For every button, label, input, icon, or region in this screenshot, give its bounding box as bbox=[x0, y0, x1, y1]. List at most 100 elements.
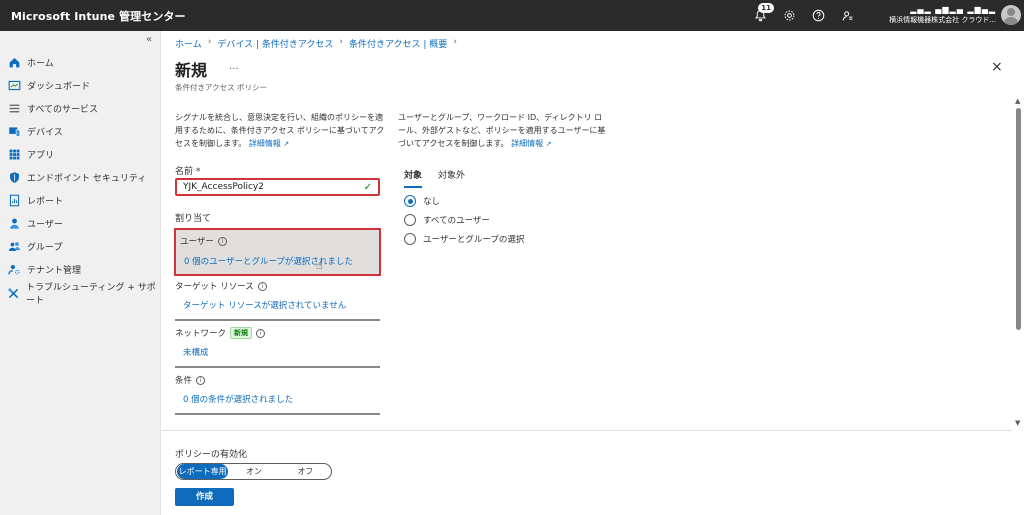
apps-icon bbox=[7, 147, 21, 161]
radio-label: すべてのユーザー bbox=[423, 216, 490, 226]
breadcrumb-devices-ca[interactable]: デバイス | 条件付きアクセス bbox=[217, 37, 333, 50]
conditions-link[interactable]: 0 個の条件が選択されました bbox=[183, 393, 293, 405]
chevron-right-icon: › bbox=[453, 37, 457, 47]
sidebar-item-home[interactable]: ホーム bbox=[7, 53, 54, 71]
sidebar-item-all-services[interactable]: すべてのサービス bbox=[7, 99, 98, 117]
tab-include[interactable]: 対象 bbox=[404, 168, 423, 188]
description-text: ユーザーとグループ、ワークロード ID、ディレクトリ ロール、外部ゲストなど、ポ… bbox=[398, 113, 606, 148]
vertical-scrollbar[interactable]: ▲ ▼ bbox=[1013, 97, 1024, 428]
new-badge: 新規 bbox=[230, 327, 253, 339]
create-button[interactable]: 作成 bbox=[175, 488, 234, 506]
hand-cursor-icon: ☝ bbox=[316, 259, 323, 272]
feedback-icon[interactable] bbox=[839, 8, 855, 24]
name-label: 名前 * bbox=[175, 167, 201, 177]
devices-icon bbox=[7, 124, 21, 138]
notification-count-badge: 11 bbox=[758, 2, 774, 13]
section-divider bbox=[175, 366, 380, 368]
sidebar-item-users[interactable]: ユーザー bbox=[7, 214, 63, 232]
network-label: ネットワーク bbox=[175, 329, 227, 339]
policy-name-field[interactable]: YJK_AccessPolicy2 ✓ bbox=[175, 178, 380, 196]
target-label-row: ターゲット リソース i bbox=[175, 280, 267, 292]
conditions-label-row: 条件 i bbox=[175, 374, 206, 386]
sidebar: « ホーム ダッシュボード すべてのサービス デバイス アプリ エンドポイント … bbox=[0, 31, 161, 515]
enable-policy-toggle: レポート専用 オン オフ bbox=[175, 463, 332, 480]
checkmark-icon: ✓ bbox=[363, 181, 372, 193]
conditions-label: 条件 bbox=[175, 376, 193, 386]
info-icon[interactable]: i bbox=[217, 236, 227, 246]
help-icon[interactable] bbox=[810, 8, 826, 24]
breadcrumb: ホーム › デバイス | 条件付きアクセス › 条件付きアクセス | 概要 › bbox=[175, 37, 457, 50]
radio-button[interactable] bbox=[404, 233, 416, 245]
learn-more-link[interactable]: 詳細情報 bbox=[249, 139, 281, 148]
collapse-sidebar-icon[interactable]: « bbox=[146, 34, 152, 45]
page-subtitle: 条件付きアクセス ポリシー bbox=[175, 83, 268, 92]
assignments-heading: 割り当て bbox=[175, 214, 212, 224]
avatar[interactable] bbox=[1001, 5, 1021, 25]
more-options-icon[interactable]: ... bbox=[229, 61, 239, 72]
info-icon[interactable]: i bbox=[196, 375, 206, 385]
sidebar-item-label: ダッシュボード bbox=[27, 81, 91, 92]
sidebar-item-troubleshooting[interactable]: トラブルシューティング + サポート bbox=[7, 283, 160, 306]
target-resources-label: ターゲット リソース bbox=[175, 282, 254, 292]
toggle-on[interactable]: オン bbox=[228, 466, 279, 477]
external-link-icon: ↗ bbox=[283, 140, 290, 148]
sidebar-item-label: トラブルシューティング + サポート bbox=[26, 283, 156, 306]
sidebar-item-label: レポート bbox=[27, 196, 64, 207]
section-divider bbox=[175, 413, 380, 415]
sidebar-item-label: アプリ bbox=[27, 150, 55, 161]
external-link-icon: ↗ bbox=[545, 140, 552, 148]
sidebar-item-reports[interactable]: レポート bbox=[7, 191, 63, 209]
sidebar-item-devices[interactable]: デバイス bbox=[7, 122, 63, 140]
users-section[interactable]: ユーザー i 0 個のユーザーとグループが選択されました ☝ bbox=[174, 228, 381, 276]
info-icon[interactable]: i bbox=[257, 281, 267, 291]
toggle-report-only[interactable]: レポート専用 bbox=[177, 464, 229, 479]
settings-gear-icon[interactable] bbox=[781, 8, 797, 24]
policy-name-value: YJK_AccessPolicy2 bbox=[183, 182, 264, 192]
breadcrumb-ca-overview[interactable]: 条件付きアクセス | 概要 bbox=[349, 37, 447, 50]
sidebar-item-apps[interactable]: アプリ bbox=[7, 145, 54, 163]
account-info[interactable]: ▂▄▂ ▄▆▂▄ ▂▆▄▂ 横浜情報機器株式会社 クラウド... bbox=[876, 5, 996, 25]
sidebar-item-label: エンドポイント セキュリティ bbox=[27, 173, 147, 184]
users-selection-link[interactable]: 0 個のユーザーとグループが選択されました bbox=[184, 255, 353, 267]
radio-button[interactable] bbox=[404, 195, 416, 207]
target-resources-link[interactable]: ターゲット リソースが選択されていません bbox=[183, 299, 346, 311]
info-icon[interactable]: i bbox=[256, 328, 266, 338]
radio-none[interactable]: なし bbox=[404, 195, 440, 207]
group-icon bbox=[7, 239, 21, 253]
chevron-right-icon: › bbox=[339, 37, 343, 47]
include-exclude-tabs: 対象 対象外 bbox=[404, 168, 465, 188]
sidebar-item-endpoint-security[interactable]: エンドポイント セキュリティ bbox=[7, 168, 146, 186]
sidebar-item-label: デバイス bbox=[27, 127, 63, 138]
close-icon[interactable]: × bbox=[991, 59, 1003, 75]
learn-more-link[interactable]: 詳細情報 bbox=[511, 139, 543, 148]
enable-policy-label: ポリシーの有効化 bbox=[175, 450, 248, 460]
radio-button[interactable] bbox=[404, 214, 416, 226]
troubleshoot-icon bbox=[7, 286, 20, 300]
scroll-thumb[interactable] bbox=[1016, 108, 1021, 330]
scroll-down-icon[interactable]: ▼ bbox=[1015, 419, 1020, 427]
sidebar-item-label: ホーム bbox=[27, 58, 54, 69]
assignment-description: シグナルを統合し、意思決定を行い、組織のポリシーを適用するために、条件付きアクセ… bbox=[175, 111, 385, 151]
sidebar-item-tenant-admin[interactable]: テナント管理 bbox=[7, 260, 81, 278]
network-link[interactable]: 未構成 bbox=[183, 346, 209, 358]
dashboard-icon bbox=[7, 78, 21, 92]
radio-select-users-groups[interactable]: ユーザーとグループの選択 bbox=[404, 233, 524, 245]
tab-exclude[interactable]: 対象外 bbox=[438, 168, 465, 188]
header-icons: 11 bbox=[752, 0, 855, 31]
sidebar-item-groups[interactable]: グループ bbox=[7, 237, 62, 255]
tenant-admin-icon bbox=[7, 262, 21, 276]
scroll-up-icon[interactable]: ▲ bbox=[1015, 97, 1020, 105]
users-description: ユーザーとグループ、ワークロード ID、ディレクトリ ロール、外部ゲストなど、ポ… bbox=[398, 111, 608, 151]
users-label-row: ユーザー i bbox=[180, 235, 227, 247]
shield-icon bbox=[7, 170, 21, 184]
app-title[interactable]: Microsoft Intune 管理センター bbox=[11, 8, 186, 24]
report-icon bbox=[7, 193, 21, 207]
footer-divider bbox=[162, 430, 1012, 431]
sidebar-item-label: ユーザー bbox=[27, 219, 63, 230]
toggle-off[interactable]: オフ bbox=[280, 466, 331, 477]
notifications-icon[interactable]: 11 bbox=[752, 2, 774, 24]
breadcrumb-home[interactable]: ホーム bbox=[175, 37, 202, 50]
sidebar-item-dashboard[interactable]: ダッシュボード bbox=[7, 76, 90, 94]
chevron-right-icon: › bbox=[207, 37, 212, 47]
radio-all-users[interactable]: すべてのユーザー bbox=[404, 214, 490, 226]
